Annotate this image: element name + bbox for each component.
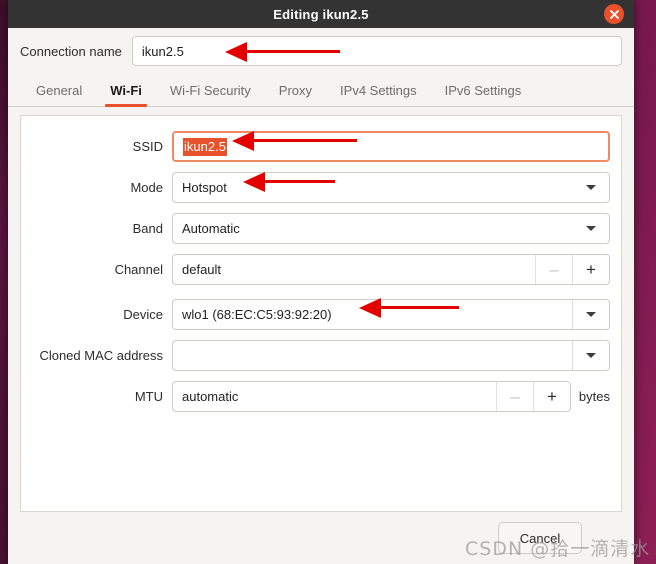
device-row: Device wlo1 (68:EC:C5:93:92:20) bbox=[21, 299, 621, 330]
cloned-mac-value bbox=[173, 341, 572, 370]
mtu-value: automatic bbox=[182, 389, 239, 404]
band-row: Band Automatic bbox=[21, 213, 621, 244]
close-icon[interactable] bbox=[604, 4, 624, 24]
tab-wifi[interactable]: Wi-Fi bbox=[96, 83, 156, 107]
mtu-row: MTU automatic – + bytes bbox=[21, 381, 621, 412]
mode-value: Hotspot bbox=[182, 180, 227, 195]
band-value: Automatic bbox=[182, 221, 240, 236]
ssid-row: SSID ikun2.5 bbox=[21, 131, 621, 162]
channel-label: Channel bbox=[114, 262, 163, 277]
chevron-down-icon[interactable] bbox=[573, 173, 609, 202]
mtu-spinner[interactable]: automatic – + bbox=[172, 381, 571, 412]
ssid-label: SSID bbox=[132, 139, 163, 154]
channel-spinner[interactable]: default – + bbox=[172, 254, 610, 285]
tab-proxy[interactable]: Proxy bbox=[265, 83, 326, 106]
tab-ipv4-settings[interactable]: IPv4 Settings bbox=[326, 83, 431, 106]
desktop-left-strip bbox=[0, 0, 8, 564]
band-dropdown[interactable]: Automatic bbox=[172, 213, 610, 244]
mtu-decrement-icon[interactable]: – bbox=[495, 382, 533, 411]
mtu-label: MTU bbox=[134, 389, 163, 404]
dialog-footer: Cancel bbox=[8, 512, 634, 564]
cloned-mac-row: Cloned MAC address bbox=[21, 340, 621, 371]
channel-decrement-icon[interactable]: – bbox=[535, 255, 572, 284]
settings-tabbar: General Wi-Fi Wi-Fi Security Proxy IPv4 … bbox=[8, 73, 634, 107]
tab-general[interactable]: General bbox=[22, 83, 96, 106]
channel-row: Channel default – + bbox=[21, 254, 621, 285]
channel-increment-icon[interactable]: + bbox=[572, 255, 609, 284]
connection-name-input[interactable]: ikun2.5 bbox=[131, 36, 622, 66]
mode-label: Mode bbox=[130, 180, 163, 195]
cancel-button[interactable]: Cancel bbox=[498, 522, 582, 554]
channel-value: default bbox=[182, 262, 222, 277]
tab-wifi-security[interactable]: Wi-Fi Security bbox=[156, 83, 265, 106]
window-titlebar: Editing ikun2.5 bbox=[8, 0, 634, 28]
chevron-down-icon[interactable] bbox=[573, 214, 609, 243]
window-title: Editing ikun2.5 bbox=[273, 6, 369, 22]
device-label: Device bbox=[123, 307, 163, 322]
connection-name-row: Connection name ikun2.5 bbox=[8, 28, 634, 73]
tab-ipv6-settings[interactable]: IPv6 Settings bbox=[431, 83, 536, 106]
wifi-settings-panel: SSID ikun2.5 Mode Hotspot Band Automatic bbox=[20, 115, 622, 512]
connection-name-label: Connection name bbox=[20, 43, 122, 59]
ssid-value-wrap: ikun2.5 bbox=[174, 133, 608, 160]
mode-dropdown[interactable]: Hotspot bbox=[172, 172, 610, 203]
mtu-increment-icon[interactable]: + bbox=[532, 382, 570, 411]
mtu-unit-label: bytes bbox=[578, 389, 610, 404]
cloned-mac-label: Cloned MAC address bbox=[39, 348, 163, 363]
editing-connection-window: Editing ikun2.5 Connection name ikun2.5 … bbox=[8, 0, 634, 564]
band-label: Band bbox=[132, 221, 163, 236]
cloned-mac-dropdown[interactable] bbox=[172, 340, 610, 371]
device-value: wlo1 (68:EC:C5:93:92:20) bbox=[182, 307, 332, 322]
connection-name-value: ikun2.5 bbox=[141, 43, 184, 59]
ssid-input[interactable]: ikun2.5 bbox=[172, 131, 610, 162]
ssid-value: ikun2.5 bbox=[183, 137, 227, 156]
chevron-down-icon[interactable] bbox=[572, 300, 609, 329]
mode-row: Mode Hotspot bbox=[21, 172, 621, 203]
device-dropdown[interactable]: wlo1 (68:EC:C5:93:92:20) bbox=[172, 299, 610, 330]
chevron-down-icon[interactable] bbox=[572, 341, 609, 370]
